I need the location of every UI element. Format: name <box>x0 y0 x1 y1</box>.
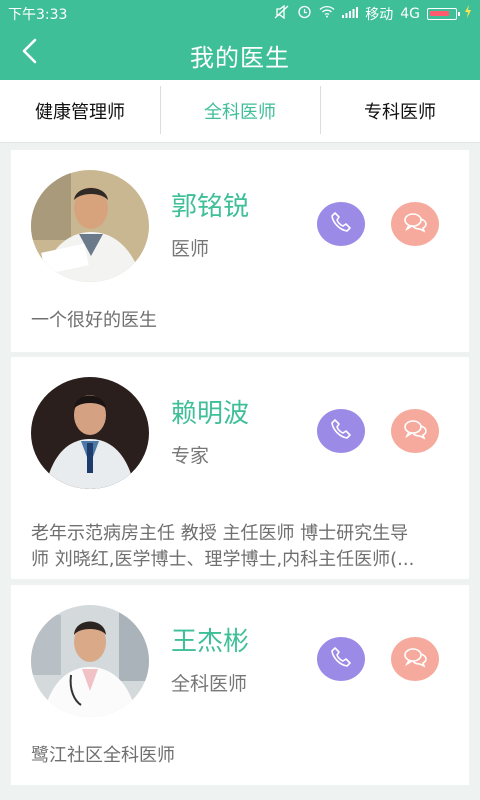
doctor-name: 赖明波 <box>171 399 250 429</box>
chat-button[interactable] <box>391 637 439 681</box>
tab-general-practitioner[interactable]: 全科医师 <box>160 80 320 142</box>
doctor-name: 郭铭锐 <box>171 192 250 222</box>
chat-icon <box>403 211 427 237</box>
battery-level <box>430 11 449 16</box>
avatar <box>31 377 149 489</box>
doctor-description-line: 老年示范病房主任 教授 主任医师 博士研究生导 <box>31 523 409 544</box>
network-label: 4G <box>400 6 420 22</box>
signal-icon <box>342 6 359 23</box>
charging-icon <box>464 5 472 23</box>
doctor-name: 王杰彬 <box>171 627 250 657</box>
doctor-card[interactable]: 郭铭锐 医师 一个很好的医生 <box>11 150 469 352</box>
call-button[interactable] <box>317 202 365 246</box>
doctor-description-line: 师 刘晓红,医学博士、理学博士,内科主任医师(... <box>31 549 415 570</box>
status-time: 下午3:33 <box>8 7 68 23</box>
doctor-card[interactable]: 赖明波 专家 老年示范病房主任 教授 主任医师 博士研究生导 师 刘晓红,医学博… <box>11 357 469 579</box>
chat-button[interactable] <box>391 409 439 453</box>
doctor-title: 专家 <box>171 445 210 467</box>
tab-health-manager[interactable]: 健康管理师 <box>0 80 160 142</box>
phone-icon <box>330 418 352 444</box>
chat-icon <box>403 418 427 444</box>
avatar <box>31 605 149 717</box>
title-bar: 我的医生 <box>0 26 480 80</box>
mute-icon <box>274 4 290 24</box>
doctor-title: 医师 <box>171 238 210 260</box>
call-button[interactable] <box>317 637 365 681</box>
doctor-description: 鹭江社区全科医师 <box>31 745 175 766</box>
status-bar: 下午3:33 移动 4G <box>0 0 480 26</box>
alarm-icon <box>297 4 312 24</box>
chat-button[interactable] <box>391 202 439 246</box>
carrier-label: 移动 <box>365 7 394 23</box>
tab-bar: 健康管理师 全科医师 专科医师 <box>0 80 480 143</box>
doctor-title: 全科医师 <box>171 673 248 695</box>
chat-icon <box>403 646 427 672</box>
tab-specialist[interactable]: 专科医师 <box>320 80 480 142</box>
doctor-description: 老年示范病房主任 教授 主任医师 博士研究生导 师 刘晓红,医学博士、理学博士,… <box>31 521 447 573</box>
page-title: 我的医生 <box>190 44 290 72</box>
doctor-description: 一个很好的医生 <box>31 310 157 331</box>
call-button[interactable] <box>317 409 365 453</box>
doctor-card[interactable]: 王杰彬 全科医师 鹭江社区全科医师 <box>11 585 469 785</box>
wifi-icon <box>319 5 335 23</box>
status-icons: 移动 4G <box>274 4 472 24</box>
battery-icon <box>427 8 460 20</box>
phone-icon <box>330 646 352 672</box>
avatar <box>31 170 149 282</box>
phone-icon <box>330 211 352 237</box>
